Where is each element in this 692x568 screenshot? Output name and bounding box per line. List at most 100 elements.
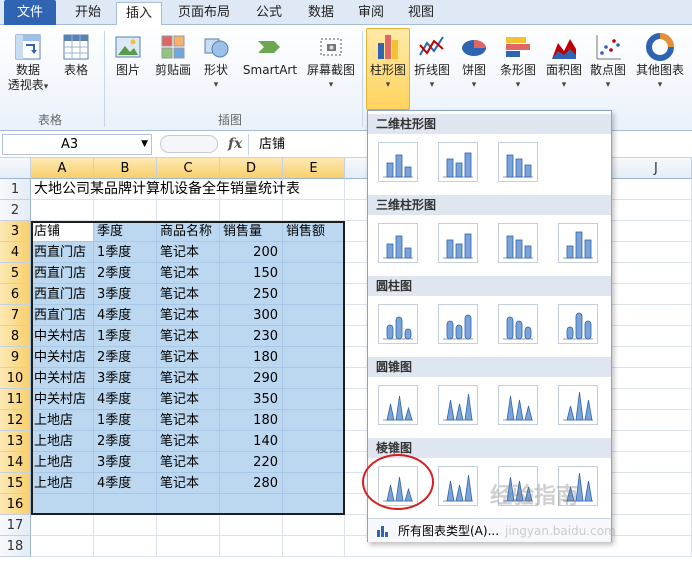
cone-3d-chart-icon[interactable]: [558, 385, 598, 425]
cell[interactable]: [220, 515, 283, 536]
data-cell[interactable]: 250: [220, 284, 283, 305]
column-header-d[interactable]: D: [220, 158, 283, 179]
clipart-button[interactable]: 剪贴画: [150, 31, 196, 78]
pyramid-stacked-chart-icon[interactable]: [438, 466, 478, 506]
pivot-table-button[interactable]: 数据 透视表▾: [6, 31, 50, 95]
data-cell[interactable]: 笔记本: [157, 389, 220, 410]
row-header-5[interactable]: 5: [0, 263, 31, 284]
cell[interactable]: [157, 536, 220, 557]
data-cell[interactable]: 上地店: [31, 452, 94, 473]
data-cell[interactable]: 4季度: [94, 473, 157, 494]
cone-stacked-chart-icon[interactable]: [438, 385, 478, 425]
tab-file[interactable]: 文件: [4, 0, 56, 25]
cylinder-clustered-chart-icon[interactable]: [378, 304, 418, 344]
table-button[interactable]: 表格: [56, 31, 96, 78]
tab-insert[interactable]: 插入: [116, 2, 162, 26]
column2d-clustered-chart-icon[interactable]: [378, 142, 418, 182]
tab-view[interactable]: 视图: [398, 2, 444, 25]
cell[interactable]: [94, 494, 157, 515]
data-cell[interactable]: 2季度: [94, 347, 157, 368]
cell[interactable]: [94, 536, 157, 557]
column-header-e[interactable]: E: [283, 158, 345, 179]
data-cell[interactable]: 西直门店: [31, 263, 94, 284]
cone-percent-chart-icon[interactable]: [498, 385, 538, 425]
tab-home[interactable]: 开始: [62, 2, 114, 25]
data-cell[interactable]: 中关村店: [31, 368, 94, 389]
line-chart-button[interactable]: 折线图 ▾: [412, 31, 452, 93]
header-cell[interactable]: 销售额: [283, 221, 345, 242]
data-cell[interactable]: 3季度: [94, 284, 157, 305]
header-cell[interactable]: 店铺: [31, 221, 94, 242]
column2d-percent-chart-icon[interactable]: [498, 142, 538, 182]
tab-review[interactable]: 审阅: [348, 2, 394, 25]
data-cell[interactable]: 180: [220, 410, 283, 431]
cell[interactable]: [283, 347, 345, 368]
cell[interactable]: [31, 494, 94, 515]
cell[interactable]: [31, 536, 94, 557]
cell[interactable]: [220, 200, 283, 221]
data-cell[interactable]: 笔记本: [157, 347, 220, 368]
header-cell[interactable]: 商品名称: [157, 221, 220, 242]
cell[interactable]: [283, 326, 345, 347]
other-charts-button[interactable]: 其他图表 ▾: [632, 31, 688, 93]
data-cell[interactable]: 笔记本: [157, 410, 220, 431]
data-cell[interactable]: 4季度: [94, 389, 157, 410]
tab-formulas[interactable]: 公式: [246, 2, 292, 25]
header-cell[interactable]: 销售量: [220, 221, 283, 242]
data-cell[interactable]: 西直门店: [31, 242, 94, 263]
data-cell[interactable]: 笔记本: [157, 242, 220, 263]
cell[interactable]: [283, 200, 345, 221]
data-cell[interactable]: 220: [220, 452, 283, 473]
formula-bar-expand-handle[interactable]: [160, 135, 218, 153]
data-cell[interactable]: 3季度: [94, 452, 157, 473]
select-all-corner[interactable]: [0, 158, 31, 179]
data-cell[interactable]: 笔记本: [157, 284, 220, 305]
header-cell[interactable]: 季度: [94, 221, 157, 242]
data-cell[interactable]: 180: [220, 347, 283, 368]
row-header-9[interactable]: 9: [0, 347, 31, 368]
bar-chart-button[interactable]: 条形图 ▾: [496, 31, 540, 93]
row-header-13[interactable]: 13: [0, 431, 31, 452]
row-header-4[interactable]: 4: [0, 242, 31, 263]
column3d-clustered-chart-icon[interactable]: [378, 223, 418, 263]
smartart-button[interactable]: SmartArt: [238, 31, 302, 78]
data-cell[interactable]: 1季度: [94, 242, 157, 263]
cell[interactable]: [283, 242, 345, 263]
cone-clustered-chart-icon[interactable]: [378, 385, 418, 425]
pyramid-clustered-chart-icon[interactable]: [378, 466, 418, 506]
column-header-a[interactable]: A: [31, 158, 94, 179]
data-cell[interactable]: 上地店: [31, 431, 94, 452]
cell[interactable]: [157, 515, 220, 536]
tab-page-layout[interactable]: 页面布局: [166, 2, 242, 25]
column-chart-button[interactable]: 柱形图 ▾: [366, 28, 410, 110]
row-header-10[interactable]: 10: [0, 368, 31, 389]
cell[interactable]: [220, 494, 283, 515]
data-cell[interactable]: 2季度: [94, 431, 157, 452]
data-cell[interactable]: 150: [220, 263, 283, 284]
cell[interactable]: [283, 410, 345, 431]
row-header-11[interactable]: 11: [0, 389, 31, 410]
cell[interactable]: [283, 305, 345, 326]
cell[interactable]: [283, 494, 345, 515]
cylinder-percent-chart-icon[interactable]: [498, 304, 538, 344]
row-header-18[interactable]: 18: [0, 536, 31, 557]
data-cell[interactable]: 中关村店: [31, 347, 94, 368]
cell[interactable]: [283, 452, 345, 473]
cell[interactable]: [31, 200, 94, 221]
row-header-16[interactable]: 16: [0, 494, 31, 515]
shapes-button[interactable]: 形状 ▾: [198, 31, 234, 93]
name-box[interactable]: A3 ▼: [2, 134, 152, 155]
cell[interactable]: [157, 494, 220, 515]
row-header-12[interactable]: 12: [0, 410, 31, 431]
column-header-c[interactable]: C: [157, 158, 220, 179]
data-cell[interactable]: 西直门店: [31, 305, 94, 326]
cell[interactable]: [283, 389, 345, 410]
data-cell[interactable]: 笔记本: [157, 263, 220, 284]
column2d-stacked-chart-icon[interactable]: [438, 142, 478, 182]
cell[interactable]: [283, 515, 345, 536]
function-icon[interactable]: fx: [228, 136, 242, 152]
row-header-6[interactable]: 6: [0, 284, 31, 305]
row-header-7[interactable]: 7: [0, 305, 31, 326]
cylinder-stacked-chart-icon[interactable]: [438, 304, 478, 344]
column3d-3d-chart-icon[interactable]: [558, 223, 598, 263]
